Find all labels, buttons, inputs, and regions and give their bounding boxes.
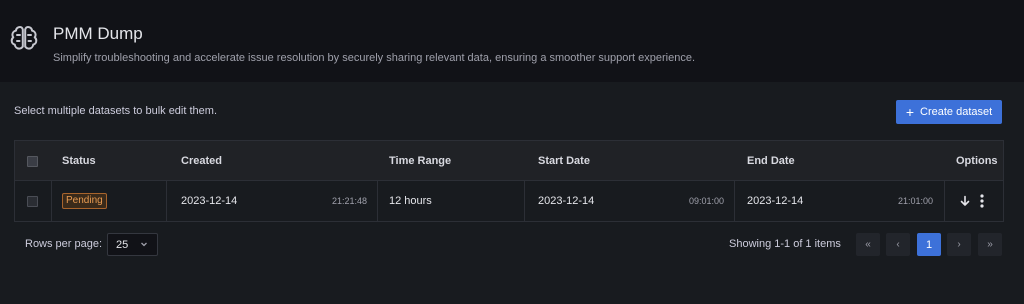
chevron-down-icon <box>141 242 147 247</box>
created-time: 21:21:48 <box>332 196 368 206</box>
column-divider <box>524 181 525 221</box>
rows-per-page-select[interactable]: 25 <box>107 233 158 256</box>
column-divider <box>51 181 52 221</box>
status-cell: Pending <box>62 181 107 221</box>
end-time: 21:01:00 <box>898 196 934 206</box>
end-date: 2023-12-14 <box>747 195 804 207</box>
download-icon[interactable] <box>958 194 972 208</box>
start-date: 2023-12-14 <box>538 195 595 207</box>
row-checkbox[interactable] <box>27 195 38 207</box>
previous-page-button[interactable]: ‹ <box>886 233 910 256</box>
select-all-cell <box>27 141 38 181</box>
table-header: Status Created Time Range Start Date End… <box>15 141 1003 181</box>
next-page-button[interactable]: › <box>947 233 971 256</box>
column-options: Options <box>956 155 998 167</box>
last-page-button[interactable]: » <box>978 233 1002 256</box>
page-subtitle: Simplify troubleshooting and accelerate … <box>53 52 696 64</box>
column-end-date[interactable]: End Date <box>747 141 795 181</box>
select-all-checkbox[interactable] <box>27 155 38 167</box>
table-row[interactable]: Pending 2023-12-14 21:21:48 12 hours 202… <box>15 181 1003 221</box>
created-date: 2023-12-14 <box>181 195 238 207</box>
column-divider <box>734 181 735 221</box>
start-time: 09:01:00 <box>689 196 725 206</box>
column-created[interactable]: Created <box>181 141 222 181</box>
bulk-edit-hint: Select multiple datasets to bulk edit th… <box>14 105 217 117</box>
datasets-table: Status Created Time Range Start Date End… <box>14 140 1004 222</box>
rows-per-page-label: Rows per page: <box>25 238 103 250</box>
first-page-button[interactable]: « <box>856 233 880 256</box>
page-1-button[interactable]: 1 <box>917 233 941 256</box>
column-start-date[interactable]: Start Date <box>538 141 590 181</box>
column-status[interactable]: Status <box>62 141 96 181</box>
items-count: Showing 1-1 of 1 items <box>729 238 841 250</box>
rows-per-page-value: 25 <box>116 238 129 251</box>
status-badge: Pending <box>62 193 107 209</box>
plus-icon: + <box>905 104 915 120</box>
page-header: PMM Dump Simplify troubleshooting and ac… <box>0 0 1024 82</box>
column-divider <box>377 181 378 221</box>
time-range-value: 12 hours <box>389 195 432 207</box>
column-divider <box>166 181 167 221</box>
create-dataset-label: Create dataset <box>920 106 993 118</box>
create-dataset-button[interactable]: + Create dataset <box>896 100 1002 124</box>
more-options-icon[interactable] <box>977 193 987 209</box>
page-title: PMM Dump <box>53 24 143 43</box>
column-divider <box>944 181 945 221</box>
row-select-cell <box>27 181 38 221</box>
brain-icon <box>10 26 38 50</box>
column-time-range[interactable]: Time Range <box>389 141 451 181</box>
